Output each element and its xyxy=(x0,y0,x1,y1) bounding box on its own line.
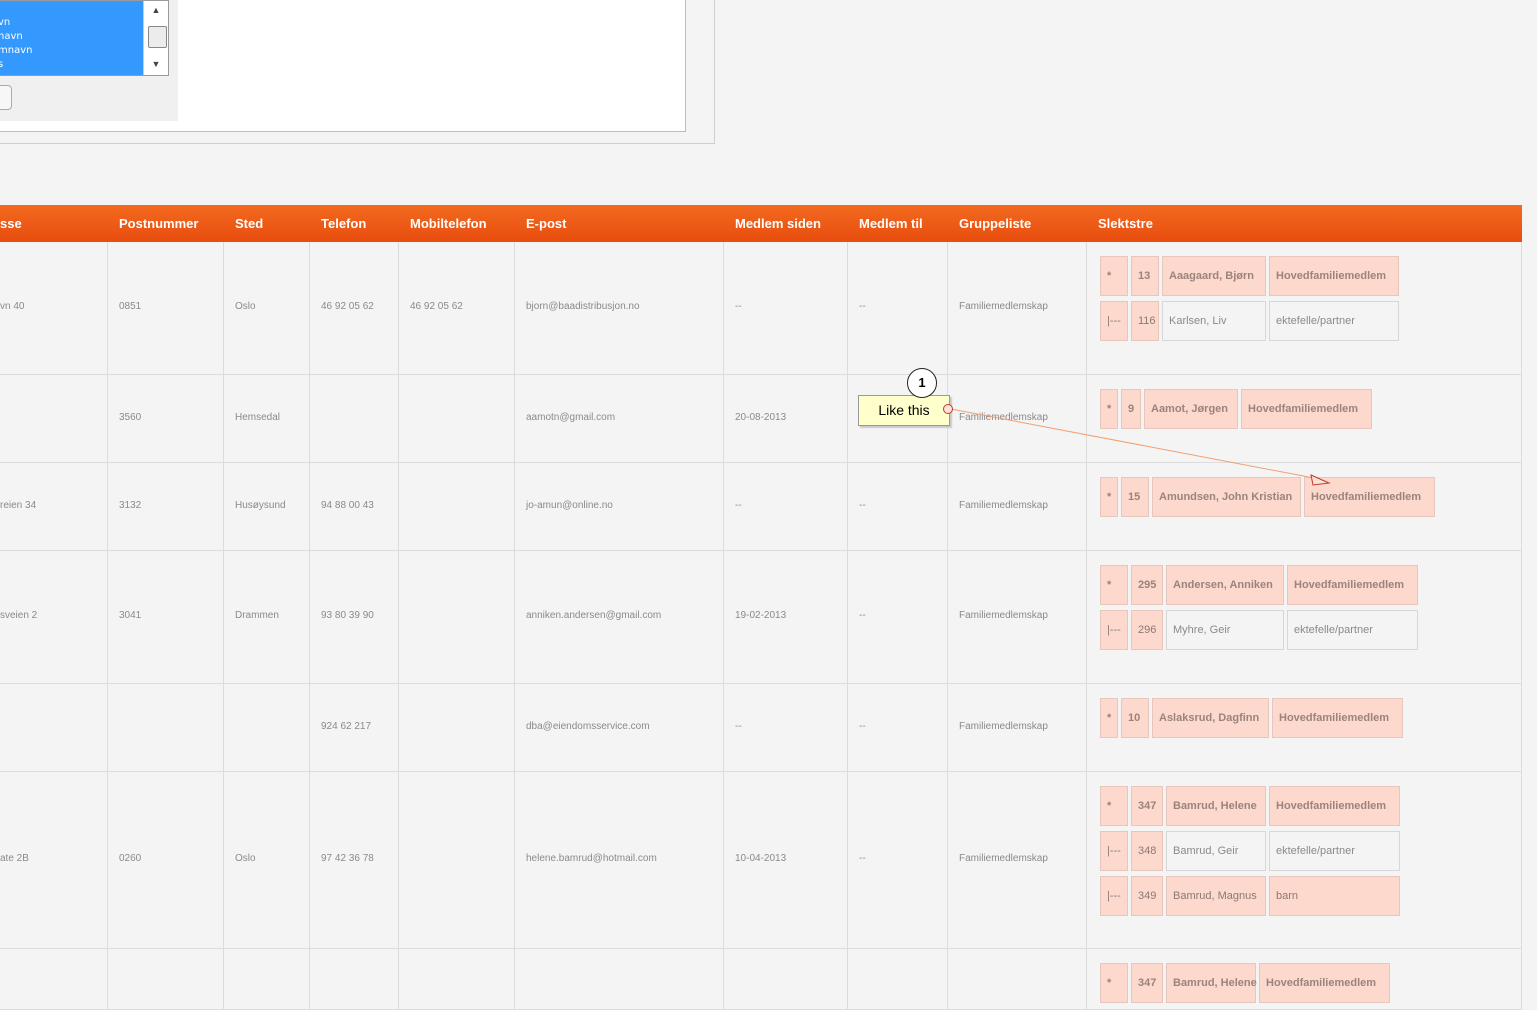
arrow-head-icon xyxy=(1310,474,1331,486)
annotation-anchor xyxy=(943,404,953,414)
annotation-number: 1 xyxy=(907,368,937,398)
annotation-note: Like this xyxy=(858,395,950,426)
annotation-arrow xyxy=(950,408,1331,486)
